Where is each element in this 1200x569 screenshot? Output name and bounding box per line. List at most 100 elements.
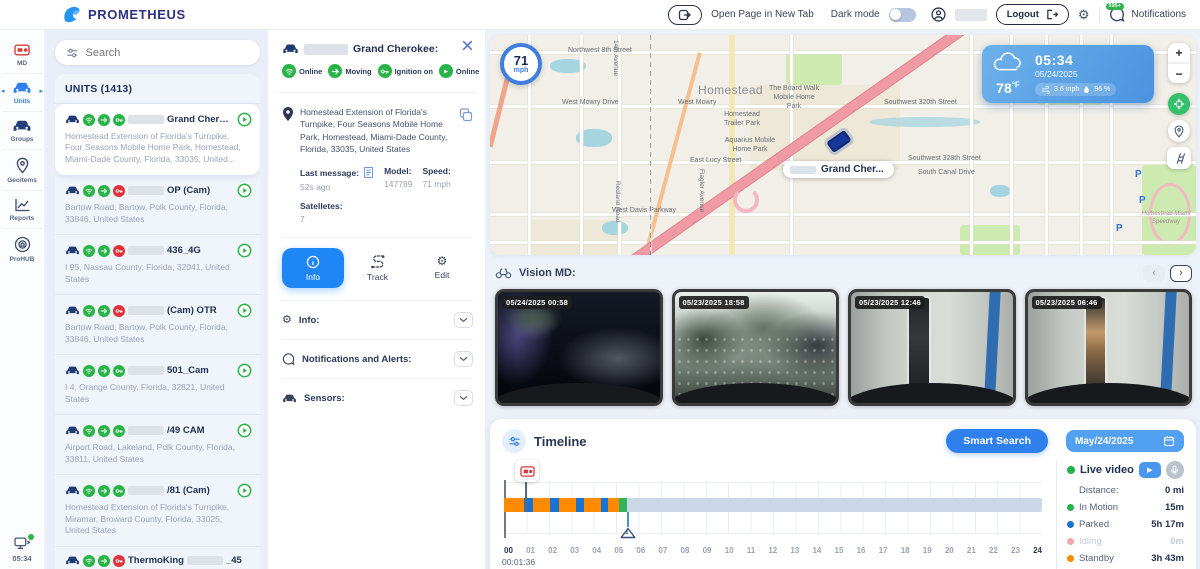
follow-vehicle-button[interactable] xyxy=(1168,93,1190,115)
camera-clip[interactable]: 05/24/2025 00:58 xyxy=(495,289,663,406)
mic-button[interactable] xyxy=(1165,461,1184,479)
unit-list-item[interactable]: /81 (Cam) Homestead Extension of Florida… xyxy=(55,475,260,547)
zoom-in-button[interactable]: + xyxy=(1168,43,1190,63)
humidity-drop-icon xyxy=(1084,85,1090,94)
unit-list-item[interactable]: 501_Cam I 4, Orange County, Florida, 328… xyxy=(55,355,260,416)
camera-clip[interactable]: 05/23/2025 12:46 xyxy=(848,289,1016,406)
map-road xyxy=(580,35,583,255)
status-online: Online xyxy=(282,64,322,78)
collapse-arrow-left-icon[interactable]: ◂ xyxy=(1,88,5,95)
app-window: PROMETHEUS Open Page in New Tab Dark mod… xyxy=(0,0,1200,569)
tab-info[interactable]: Info xyxy=(282,248,344,289)
chat-bubble-icon xyxy=(282,353,295,365)
sidebar-item-label: Reports xyxy=(9,215,35,222)
unit-list-item[interactable]: ThermoKing _45 I 4, Orlando, Orange Coun… xyxy=(55,547,260,569)
chevron-down-icon[interactable] xyxy=(454,351,473,368)
sidebar-item-prohub[interactable]: ProHUB xyxy=(2,229,42,269)
hour-tick: 08 xyxy=(680,546,690,555)
unit-name: _45 xyxy=(225,555,242,566)
humidity-value: 96 % xyxy=(1094,86,1111,93)
unit-list-item[interactable]: /49 CAM Airport Road, Lakeland, Polk Cou… xyxy=(55,415,260,476)
unit-list-item[interactable]: 436_4G I 95, Nassau County, Florida, 320… xyxy=(55,235,260,296)
hour-tick: 14 xyxy=(812,546,822,555)
unit-address: Bartow Road, Bartow, Polk County, Florid… xyxy=(65,202,228,224)
camera-clip[interactable]: 05/23/2025 06:46 xyxy=(1024,289,1192,406)
logout-icon xyxy=(1047,9,1058,20)
chart-icon xyxy=(14,199,29,212)
detail-stats: Last message: 52s ago Model: 147789 Spee… xyxy=(282,166,473,192)
notifications-button[interactable]: 595+ Notifications xyxy=(1105,2,1186,23)
tab-track[interactable]: Track xyxy=(347,248,409,288)
camera-play-icon[interactable] xyxy=(237,112,252,127)
units-panel: UNITS (1413) xyxy=(45,30,268,569)
camera-play-icon[interactable] xyxy=(237,483,252,498)
open-new-tab-button[interactable] xyxy=(668,4,703,25)
logout-label: Logout xyxy=(1006,9,1039,20)
camera-play-icon[interactable] xyxy=(237,423,252,438)
legend-dot xyxy=(1067,521,1074,528)
status-band[interactable]: 1 xyxy=(504,498,1042,539)
tab-edit[interactable]: ⚙ Edit xyxy=(411,248,473,288)
chevron-down-icon[interactable] xyxy=(454,390,473,407)
sidebar-item-units[interactable]: ◂ ▸ Units xyxy=(1,74,43,112)
timeline-chart[interactable]: 1 00 01 02 03 04 05 06 07 08 09 10 11 12 13 14 15 16 17 18… xyxy=(502,460,1048,569)
copy-icon[interactable] xyxy=(459,108,473,155)
sidebar-item-md[interactable]: MD xyxy=(2,36,42,74)
car-icon xyxy=(65,485,80,496)
parking-icon: P xyxy=(1135,169,1142,180)
logout-button[interactable]: Logout xyxy=(995,4,1069,25)
camera-play-icon[interactable] xyxy=(237,363,252,378)
hour-tick: 12 xyxy=(768,546,778,555)
brand: PROMETHEUS xyxy=(62,5,186,25)
hour-tick: 13 xyxy=(790,546,800,555)
motion-status-icon xyxy=(98,424,110,437)
camera-status-icon xyxy=(438,64,453,78)
accordion-notifications[interactable]: Notifications and Alerts: xyxy=(282,339,473,378)
date-picker[interactable]: May/24/2025 xyxy=(1066,430,1184,452)
traffic-layer-button[interactable] xyxy=(1167,147,1191,169)
search-box[interactable] xyxy=(55,40,260,65)
sidebar-item-label: MD xyxy=(16,60,28,67)
close-icon[interactable] xyxy=(462,40,473,51)
clips-next-button[interactable]: › xyxy=(1170,264,1192,282)
speed-badge: 71 mph xyxy=(500,43,542,85)
units-list-card: UNITS (1413) Grand Cherokee Homestead Ex… xyxy=(55,74,260,569)
camera-play-icon[interactable] xyxy=(237,243,252,258)
sidebar-item-label: Units xyxy=(13,98,31,105)
accordion-info[interactable]: ⚙ Info: xyxy=(282,300,473,339)
camera-play-icon[interactable] xyxy=(237,303,252,318)
unit-name: /49 CAM xyxy=(167,425,205,437)
chevron-down-icon[interactable] xyxy=(454,312,473,329)
unit-name: Grand Cherokee xyxy=(167,114,234,125)
accordion-sensors[interactable]: Sensors: xyxy=(282,378,473,417)
camera-clip[interactable]: 05/23/2025 18:58 xyxy=(671,289,839,406)
motion-status-icon xyxy=(98,113,110,126)
unit-list-item[interactable]: OP (Cam) Bartow Road, Bartow, Polk Count… xyxy=(55,175,260,236)
settings-gear-icon[interactable]: ⚙ xyxy=(1078,8,1090,21)
stat-speed: Speed: 71 mph xyxy=(422,166,451,190)
collapse-arrow-right-icon[interactable]: ▸ xyxy=(39,88,43,95)
sidebar-item-reports[interactable]: Reports xyxy=(2,191,42,229)
sidebar-item-geoitems[interactable]: Geoitems xyxy=(2,150,42,191)
left-rail: MD ◂ ▸ Units Groups Geoitems Reports Pro… xyxy=(0,30,45,569)
locate-button[interactable] xyxy=(1168,120,1190,142)
clips-prev-button[interactable]: ‹ xyxy=(1143,264,1165,282)
live-play-button[interactable]: ▶ xyxy=(1138,462,1161,478)
camera-play-icon[interactable] xyxy=(237,183,252,198)
hour-tick: 16 xyxy=(856,546,866,555)
vehicle-label[interactable]: Grand Cher... xyxy=(783,161,894,178)
search-input[interactable] xyxy=(85,46,249,59)
unit-list-item[interactable]: (Cam) OTR Bartow Road, Bartow, Polk Coun… xyxy=(55,295,260,356)
dark-mode-toggle[interactable] xyxy=(888,7,916,22)
notifications-badge: 595+ xyxy=(1105,2,1124,10)
zoom-out-button[interactable]: − xyxy=(1168,63,1190,83)
sidebar-item-groups[interactable]: Groups xyxy=(2,112,42,150)
map[interactable]: Homestead Northwest 8th Street 14th Aven… xyxy=(490,35,1196,255)
motion-status-icon xyxy=(98,304,110,317)
smart-search-button[interactable]: Smart Search xyxy=(946,429,1048,453)
unit-list-item[interactable]: Grand Cherokee Homestead Extension of Fl… xyxy=(55,104,260,176)
map-road xyxy=(490,213,1196,216)
route-icon xyxy=(370,255,386,269)
device-status-icon[interactable] xyxy=(13,534,34,551)
md-event-marker[interactable] xyxy=(515,460,539,482)
